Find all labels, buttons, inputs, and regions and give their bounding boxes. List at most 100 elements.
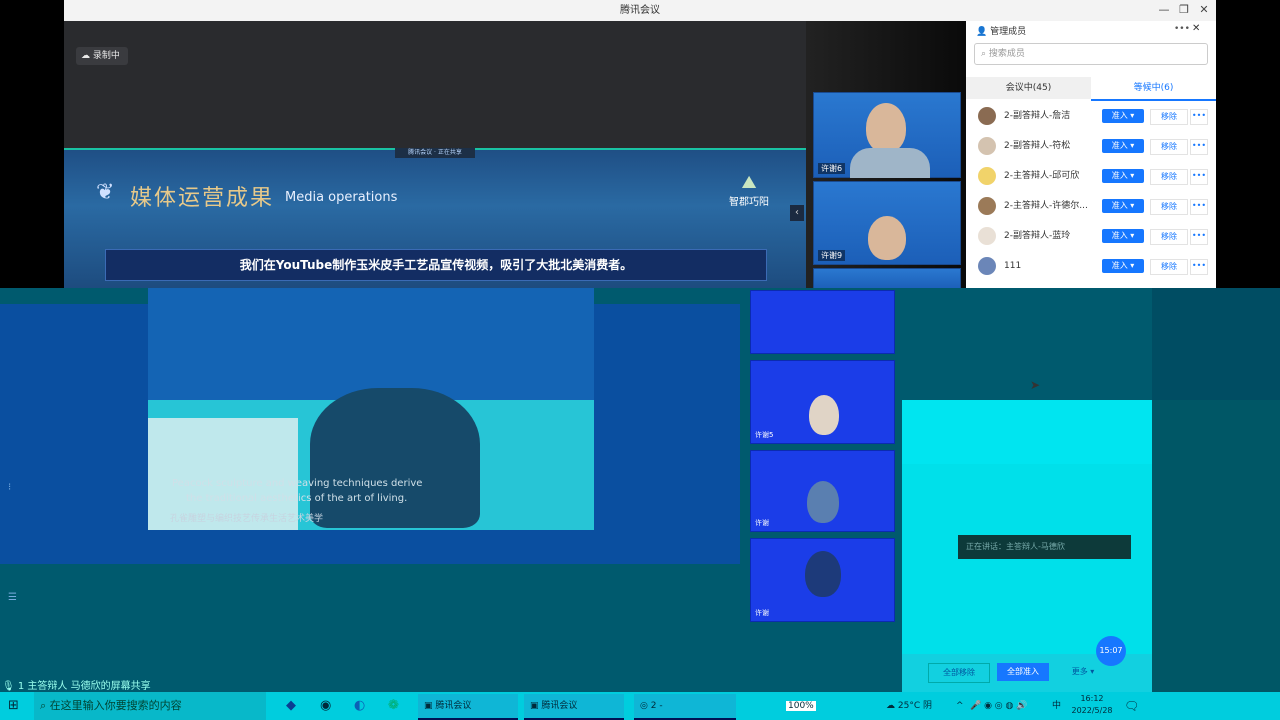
video-tile[interactable]: 许谢9 (813, 181, 961, 265)
share-indicator[interactable]: 腾讯会议 · 正在共享 (395, 148, 475, 158)
taskbar-app-label: 2 - (650, 701, 663, 711)
taskbar-search-input[interactable]: ⌕ 在这里输入你要搜索的内容 (34, 692, 266, 720)
remove-button[interactable]: 移除 (1150, 259, 1188, 275)
glitch-figure (310, 388, 480, 528)
remove-button[interactable]: 移除 (1150, 139, 1188, 155)
video-tile[interactable]: 许谢 (750, 450, 895, 532)
recording-badge[interactable]: ☁ 录制中 (76, 47, 128, 65)
remove-button[interactable]: 移除 (1150, 229, 1188, 245)
slide-logo: ⛰ 智郡巧阳 (724, 172, 774, 218)
participant-shoulders (850, 148, 930, 178)
member-search-input[interactable]: ⌕ 搜索成员 (974, 43, 1208, 65)
member-name: 2-副答辩人-符松 (1004, 141, 1071, 151)
notification-icon[interactable]: 🗨 (1124, 694, 1139, 718)
tab-waiting[interactable]: 等候中(6) (1091, 77, 1216, 101)
row-more-button[interactable]: ••• (1190, 169, 1208, 185)
mouse-cursor-icon: ➤ (1030, 378, 1041, 392)
battery-indicator[interactable]: 100% (786, 694, 816, 718)
mic-icon: 🎙 (2, 681, 15, 692)
admit-button[interactable]: 准入 ▾ (1102, 229, 1144, 243)
tile-name: 许谢6 (818, 163, 846, 174)
tray-chevron-icon[interactable]: ^ (956, 694, 964, 718)
meeting-timer[interactable]: 15:07 (1096, 636, 1126, 666)
tile-name: 许谢 (755, 519, 769, 527)
row-more-button[interactable]: ••• (1190, 259, 1208, 275)
weather-icon: ☁ (886, 701, 895, 711)
video-subtitle-cn: 孔雀雕塑与编织技艺传承生活艺术美学 (170, 514, 324, 524)
ime-indicator[interactable]: 中 (1052, 694, 1061, 718)
avatar (978, 197, 996, 215)
weather-label: 25°C 阴 (897, 701, 932, 711)
member-row: 2-副答辩人-詹洁 准入 ▾ 移除 ••• (966, 101, 1216, 131)
tray-icons[interactable]: 🎤 ◉ ◎ ◍ 🔊 (970, 694, 1027, 718)
admit-label: 准入 (1111, 261, 1128, 270)
weather-widget[interactable]: ☁ 25°C 阴 (886, 694, 932, 718)
member-name: 2-主答辩人-邱可欣 (1004, 171, 1080, 181)
video-subtitle-en: Peacock sculpture and weaving techniques… (172, 476, 472, 506)
admit-button[interactable]: 准入 ▾ (1102, 139, 1144, 153)
remove-button[interactable]: 移除 (1150, 199, 1188, 215)
remove-button[interactable]: 移除 (1150, 109, 1188, 125)
search-icon: ⌕ (981, 49, 987, 59)
taskbar-app-label: 腾讯会议 (541, 701, 578, 711)
close-button[interactable]: ✕ (1194, 2, 1214, 18)
tile-name: 许谢9 (818, 250, 846, 261)
window-titlebar: 腾讯会议 — ❐ ✕ (64, 0, 1216, 22)
member-panel: 👤 管理成员 ••• ✕ ⌕ 搜索成员 会议中(45) 等候中(6) 2-副答辩… (966, 21, 1216, 288)
participant-face (866, 103, 906, 153)
close-panel-icon[interactable]: ✕ (1192, 23, 1200, 34)
glitch-block (148, 288, 594, 400)
more-icon[interactable]: ••• (1174, 24, 1190, 34)
taskbar-app-tencent-meeting[interactable]: ▣ 腾讯会议 (418, 694, 518, 720)
member-name: 2-副答辩人-蓝玲 (1004, 231, 1071, 241)
wechat-icon[interactable]: ❁ (388, 694, 399, 718)
row-more-button[interactable]: ••• (1190, 229, 1208, 245)
tab-in-meeting[interactable]: 会议中(45) (966, 77, 1091, 99)
taskbar-app-label: 腾讯会议 (435, 701, 472, 711)
admit-label: 准入 (1111, 141, 1128, 150)
taskbar-app-tencent-meeting-2[interactable]: ▣ 腾讯会议 (524, 694, 624, 720)
remove-all-button[interactable]: 全部移除 (928, 663, 990, 683)
admit-button[interactable]: 准入 ▾ (1102, 199, 1144, 213)
participant-face (868, 216, 906, 260)
vscode-icon[interactable]: ◆ (286, 694, 296, 718)
admit-button[interactable]: 准入 ▾ (1102, 259, 1144, 273)
glitch-block (902, 288, 1152, 400)
edge-icon[interactable]: ◐ (354, 694, 365, 718)
clock-time: 16:12 (1080, 694, 1104, 703)
row-more-button[interactable]: ••• (1190, 109, 1208, 125)
row-more-button[interactable]: ••• (1190, 199, 1208, 215)
video-tile[interactable]: 许谢5 (750, 360, 895, 444)
video-tile[interactable]: 许谢6 (813, 92, 961, 178)
side-marker-icon: ⁝ (8, 482, 12, 493)
qq-icon[interactable]: ◉ (320, 694, 331, 718)
subtitle-line: the traditional aesthetics of the art of… (186, 493, 408, 504)
avatar (978, 257, 996, 275)
meeting-app-icon: ▣ (530, 701, 539, 711)
start-icon[interactable]: ⊞ (8, 694, 19, 718)
glitch-block (1152, 400, 1280, 692)
video-tile[interactable] (750, 290, 895, 354)
collapse-chevron-icon[interactable]: ‹ (790, 205, 804, 221)
restore-button[interactable]: ❐ (1174, 2, 1194, 18)
row-more-button[interactable]: ••• (1190, 139, 1208, 155)
menu-icon[interactable]: ☰ (8, 592, 17, 603)
video-tile[interactable] (813, 268, 961, 290)
recording-label: 录制中 (92, 51, 120, 61)
admit-label: 准入 (1111, 231, 1128, 240)
speaking-toast: 正在讲话：主答辩人-马德欣 (958, 535, 1131, 559)
admit-button[interactable]: 准入 ▾ (1102, 109, 1144, 123)
more-options-button[interactable]: 更多 ▾ (1060, 663, 1106, 681)
minimize-button[interactable]: — (1154, 2, 1174, 18)
admit-button[interactable]: 准入 ▾ (1102, 169, 1144, 183)
taskbar-clock[interactable]: 16:12 2022/5/28 (1066, 693, 1118, 717)
admit-all-button[interactable]: 全部准入 (997, 663, 1049, 681)
search-icon: ⌕ (40, 699, 47, 712)
video-tile[interactable]: 许谢 (750, 538, 895, 622)
remove-button[interactable]: 移除 (1150, 169, 1188, 185)
admit-label: 准入 (1111, 111, 1128, 120)
taskbar-app-3[interactable]: ◎ 2 - (634, 694, 736, 720)
member-row: 2-主答辩人-邱可欣 准入 ▾ 移除 ••• (966, 161, 1216, 191)
panel-title-text: 管理成员 (990, 27, 1027, 37)
admit-label: 准入 (1111, 201, 1128, 210)
